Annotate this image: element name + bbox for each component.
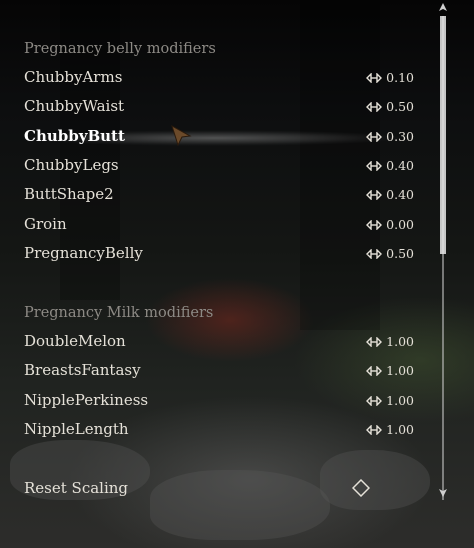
scrollbar[interactable] (434, 0, 452, 548)
option-value-text: 0.50 (386, 246, 414, 261)
scroll-up-arrow-icon[interactable] (437, 2, 449, 14)
reset-scaling-row[interactable]: Reset Scaling (0, 475, 430, 504)
arrow-cursor-icon (171, 124, 192, 146)
option-value[interactable]: 0.30 (366, 129, 414, 144)
option-value-text: 0.50 (386, 99, 414, 114)
slider-arrows-icon (366, 248, 383, 259)
option-value-text: 0.40 (386, 187, 414, 202)
option-row-chubbywaist[interactable]: ChubbyWaist 0.50 (0, 93, 430, 122)
option-value-text: 1.00 (386, 393, 414, 408)
slider-arrows-icon (366, 395, 383, 406)
option-label: NippleLength (24, 420, 129, 438)
reset-scaling-label: Reset Scaling (24, 479, 129, 497)
option-value[interactable]: 1.00 (366, 334, 414, 349)
option-label: ChubbyLegs (24, 156, 119, 174)
option-label: BreastsFantasy (24, 361, 141, 379)
option-row-nipplelength[interactable]: NippleLength 1.00 (0, 416, 430, 445)
option-row-doublemelon[interactable]: DoubleMelon 1.00 (0, 328, 430, 357)
section-header-milk: Pregnancy Milk modifiers (24, 305, 214, 321)
option-value[interactable]: 0.50 (366, 246, 414, 261)
slider-arrows-icon (366, 219, 383, 230)
option-value-text: 0.10 (386, 70, 414, 85)
slider-arrows-icon (366, 131, 383, 142)
option-row-pregnancybelly[interactable]: PregnancyBelly 0.50 (0, 240, 430, 269)
option-label: ChubbyArms (24, 68, 123, 86)
option-value-text: 0.00 (386, 217, 414, 232)
option-value-text: 1.00 (386, 422, 414, 437)
option-value[interactable]: 0.00 (366, 217, 414, 232)
option-value-text: 1.00 (386, 363, 414, 378)
option-value[interactable]: 1.00 (366, 393, 414, 408)
option-value[interactable]: 0.10 (366, 70, 414, 85)
diamond-icon[interactable] (352, 479, 370, 497)
option-value[interactable]: 0.40 (366, 158, 414, 173)
option-label: ChubbyButt (24, 127, 125, 145)
scroll-down-arrow-icon[interactable] (437, 486, 449, 498)
scroll-thumb[interactable] (440, 16, 446, 254)
option-value-text: 0.30 (386, 129, 414, 144)
option-label: Groin (24, 215, 67, 233)
option-row-buttshape2[interactable]: ButtShape2 0.40 (0, 181, 430, 210)
slider-arrows-icon (366, 424, 383, 435)
option-label: DoubleMelon (24, 332, 126, 350)
option-label: PregnancyBelly (24, 244, 143, 262)
slider-arrows-icon (366, 101, 383, 112)
option-label: ChubbyWaist (24, 97, 125, 115)
option-row-chubbyarms[interactable]: ChubbyArms 0.10 (0, 64, 430, 93)
option-value[interactable]: 0.50 (366, 99, 414, 114)
slider-arrows-icon (366, 336, 383, 347)
option-label: NipplePerkiness (24, 391, 149, 409)
option-value[interactable]: 1.00 (366, 363, 414, 378)
option-row-nippleperkiness[interactable]: NipplePerkiness 1.00 (0, 387, 430, 416)
slider-arrows-icon (366, 189, 383, 200)
slider-arrows-icon (366, 160, 383, 171)
option-row-chubbylegs[interactable]: ChubbyLegs 0.40 (0, 152, 430, 181)
option-row-breastsfantasy[interactable]: BreastsFantasy 1.00 (0, 357, 430, 386)
option-value[interactable]: 0.40 (366, 187, 414, 202)
option-row-groin[interactable]: Groin 0.00 (0, 211, 430, 240)
option-value-text: 1.00 (386, 334, 414, 349)
mod-config-menu: Pregnancy belly modifiers ChubbyArms 0.1… (0, 0, 430, 548)
option-value-text: 0.40 (386, 158, 414, 173)
section-header-belly: Pregnancy belly modifiers (24, 41, 216, 57)
option-value[interactable]: 1.00 (366, 422, 414, 437)
slider-arrows-icon (366, 365, 383, 376)
slider-arrows-icon (366, 72, 383, 83)
option-label: ButtShape2 (24, 185, 114, 203)
option-row-chubbybutt[interactable]: ChubbyButt 0.30 (0, 123, 430, 152)
